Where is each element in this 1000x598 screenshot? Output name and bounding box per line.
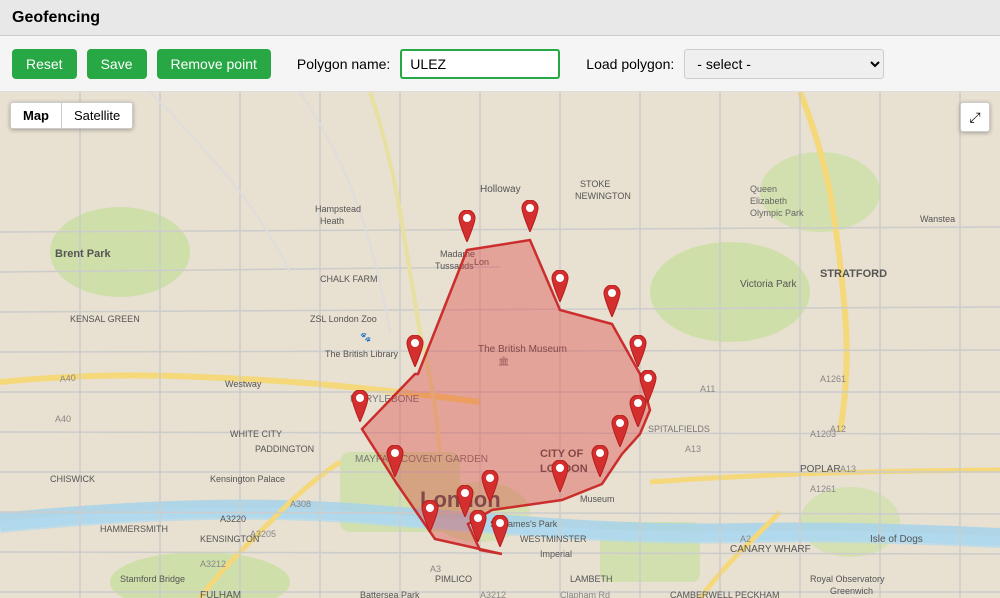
svg-text:Victoria Park: Victoria Park: [740, 279, 798, 290]
save-button[interactable]: Save: [87, 49, 147, 79]
svg-text:A1203: A1203: [810, 429, 836, 439]
svg-text:FULHAM: FULHAM: [200, 590, 241, 598]
svg-text:A3212: A3212: [200, 559, 226, 569]
polygon-name-label: Polygon name:: [297, 56, 390, 72]
reset-button[interactable]: Reset: [12, 49, 77, 79]
svg-text:Royal Observatory: Royal Observatory: [810, 574, 885, 584]
map-pin-4[interactable]: [600, 285, 624, 322]
map-type-map-button[interactable]: Map: [11, 103, 62, 128]
svg-text:A40: A40: [59, 373, 76, 384]
svg-text:Heath: Heath: [320, 216, 344, 226]
svg-text:CHALK FARM: CHALK FARM: [320, 274, 378, 284]
svg-text:SPITALFIELDS: SPITALFIELDS: [648, 424, 710, 434]
svg-text:KENSINGTON: KENSINGTON: [200, 534, 259, 544]
fullscreen-icon: ⤢: [969, 109, 980, 126]
map-pin-3[interactable]: [548, 270, 572, 307]
svg-text:A1261: A1261: [820, 374, 846, 384]
svg-text:PADDINGTON: PADDINGTON: [255, 444, 314, 454]
svg-text:Queen: Queen: [750, 184, 777, 194]
svg-text:Greenwich: Greenwich: [830, 586, 873, 596]
svg-text:A13: A13: [685, 444, 701, 454]
map-pin-2[interactable]: [518, 200, 542, 237]
map-pin-14[interactable]: [488, 515, 512, 552]
svg-text:A308: A308: [290, 499, 311, 509]
svg-text:Imperial: Imperial: [540, 549, 572, 559]
svg-text:WHITE CITY: WHITE CITY: [230, 429, 282, 439]
svg-text:A13: A13: [840, 464, 856, 474]
svg-text:A40: A40: [55, 414, 71, 424]
map-pin-15[interactable]: [418, 500, 442, 537]
map-container[interactable]: A40 A12 A13 A3212 A3205 A308 A2 A1261 A1…: [0, 92, 1000, 598]
map-pin-11[interactable]: [478, 470, 502, 507]
svg-text:Hampstead: Hampstead: [315, 204, 361, 214]
svg-text:Battersea Park: Battersea Park: [360, 590, 420, 598]
svg-text:Olympic Park: Olympic Park: [750, 208, 804, 218]
map-pin-1[interactable]: [455, 210, 479, 247]
svg-text:A11: A11: [700, 384, 715, 394]
svg-text:Wanstea: Wanstea: [920, 214, 955, 224]
svg-text:A3212: A3212: [480, 590, 506, 598]
svg-text:CANARY WHARF: CANARY WHARF: [730, 544, 811, 555]
map-pin-16[interactable]: [383, 445, 407, 482]
fullscreen-button[interactable]: ⤢: [960, 102, 990, 132]
page-header: Geofencing: [0, 0, 1000, 36]
svg-text:Clapham Rd: Clapham Rd: [560, 590, 610, 598]
svg-text:The British Library: The British Library: [325, 349, 399, 359]
map-type-satellite-button[interactable]: Satellite: [62, 103, 132, 128]
svg-text:WESTMINSTER: WESTMINSTER: [520, 534, 587, 544]
svg-text:CAMBERWELL PECKHAM: CAMBERWELL PECKHAM: [670, 590, 780, 598]
svg-text:STRATFORD: STRATFORD: [820, 268, 887, 280]
map-pin-13[interactable]: [466, 510, 490, 547]
svg-text:Holloway: Holloway: [480, 184, 521, 195]
map-pin-18[interactable]: [403, 335, 427, 372]
svg-text:HAMMERSMITH: HAMMERSMITH: [100, 524, 168, 534]
remove-point-button[interactable]: Remove point: [157, 49, 271, 79]
svg-text:Kensington Palace: Kensington Palace: [210, 474, 285, 484]
page-title: Geofencing: [12, 9, 100, 27]
svg-text:A2: A2: [740, 534, 751, 544]
svg-text:Stamford Bridge: Stamford Bridge: [120, 574, 185, 584]
load-polygon-select[interactable]: - select -: [684, 49, 884, 79]
svg-text:Isle of Dogs: Isle of Dogs: [870, 534, 923, 545]
toolbar: Reset Save Remove point Polygon name: Lo…: [0, 36, 1000, 92]
polygon-name-input[interactable]: [400, 49, 560, 79]
svg-text:PIMLICO: PIMLICO: [435, 574, 472, 584]
svg-text:ZSL London Zoo: ZSL London Zoo: [310, 314, 377, 324]
load-polygon-label: Load polygon:: [586, 56, 674, 72]
svg-text:Westway: Westway: [225, 379, 262, 389]
map-pin-5[interactable]: [626, 335, 650, 372]
svg-text:Brent Park: Brent Park: [55, 248, 112, 260]
svg-text:A1261: A1261: [810, 484, 836, 494]
svg-text:CHISWICK: CHISWICK: [50, 474, 95, 484]
map-pin-9[interactable]: [588, 445, 612, 482]
svg-text:Museum: Museum: [580, 494, 615, 504]
map-type-control: Map Satellite: [10, 102, 133, 129]
svg-text:A3220: A3220: [220, 514, 246, 524]
svg-text:Elizabeth: Elizabeth: [750, 196, 787, 206]
svg-text:KENSAL GREEN: KENSAL GREEN: [70, 314, 140, 324]
svg-text:NEWINGTON: NEWINGTON: [575, 191, 631, 201]
svg-text:🐾: 🐾: [360, 332, 371, 342]
svg-text:POPLAR: POPLAR: [800, 464, 841, 475]
map-pin-10[interactable]: [548, 460, 572, 497]
svg-text:LAMBETH: LAMBETH: [570, 574, 613, 584]
svg-text:STOKE: STOKE: [580, 179, 610, 189]
svg-text:A3: A3: [430, 564, 441, 574]
map-pin-17[interactable]: [348, 390, 372, 427]
